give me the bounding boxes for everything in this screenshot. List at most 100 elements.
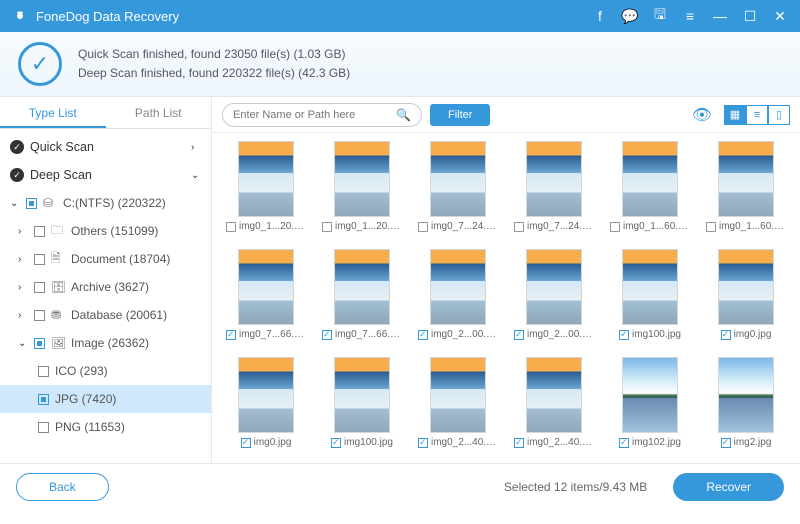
view-grid-button[interactable]: ▦ [724,105,746,125]
thumbnail-image[interactable] [526,141,582,217]
thumbnail-checkbox[interactable] [331,438,341,448]
thumbnail-image[interactable] [430,141,486,217]
thumbnail-checkbox[interactable] [514,222,524,232]
search-box[interactable]: 🔍 [222,103,422,127]
thumbnail-image[interactable] [334,249,390,325]
thumbnail-image[interactable] [430,249,486,325]
thumbnail-item[interactable]: img0_2...00.jpg [414,249,502,347]
checkbox[interactable] [34,310,45,321]
checkbox[interactable] [34,226,45,237]
checkbox[interactable] [34,254,45,265]
thumbnail-image[interactable] [622,357,678,433]
view-list-button[interactable]: ≡ [746,105,768,125]
thumbnail-item[interactable]: img0.jpg [702,249,790,347]
thumbnail-checkbox[interactable] [706,222,716,232]
thumbnail-item[interactable]: img0_1...20.jpg [222,141,310,239]
thumbnail-image[interactable] [622,141,678,217]
thumbnail-image[interactable] [718,141,774,217]
thumbnail-checkbox[interactable] [721,438,731,448]
chevron-right-icon: › [18,282,28,293]
tree-image[interactable]: ⌄ 🖼 Image (26362) [0,329,211,357]
thumbnail-item[interactable]: img2.jpg [702,357,790,455]
thumbnail-item[interactable]: img0_2...40.jpg [414,357,502,455]
thumbnail-checkbox[interactable] [226,330,236,340]
minimize-icon[interactable]: — [712,8,728,24]
thumbnail-item[interactable]: img0_7...66.jpg [318,249,406,347]
thumbnail-image[interactable] [334,141,390,217]
thumbnail-image[interactable] [718,249,774,325]
view-detail-button[interactable]: ▯ [768,105,790,125]
preview-icon[interactable]: 👁 [692,105,712,125]
feedback-icon[interactable]: 💬 [622,8,638,24]
checkbox-partial[interactable] [26,198,37,209]
checkbox[interactable] [34,282,45,293]
recover-button[interactable]: Recover [673,473,784,501]
thumbnail-checkbox[interactable] [241,438,251,448]
thumbnail-image[interactable] [526,357,582,433]
thumbnail-filename: img0_2...40.jpg [527,437,594,448]
drive-icon: ⛁ [43,196,57,210]
tab-path-list[interactable]: Path List [106,97,212,128]
thumbnail-checkbox[interactable] [322,330,332,340]
thumbnail-item[interactable]: img0_1...60.jpg [702,141,790,239]
thumbnail-item[interactable]: img0_2...40.jpg [510,357,598,455]
thumbnail-item[interactable]: img0_1...60.jpg [606,141,694,239]
thumbnail-item[interactable]: img100.jpg [606,249,694,347]
tree-ico[interactable]: ICO (293) [0,357,211,385]
thumbnail-checkbox[interactable] [322,222,332,232]
close-icon[interactable]: ✕ [772,8,788,24]
thumbnail-checkbox[interactable] [721,330,731,340]
thumbnail-item[interactable]: img0_7...24.jpg [414,141,502,239]
chevron-down-icon: ⌄ [18,338,28,349]
tree-database[interactable]: › ⛃ Database (20061) [0,301,211,329]
thumbnail-item[interactable]: img0.jpg [222,357,310,455]
checkbox-partial[interactable] [38,394,49,405]
thumbnail-checkbox[interactable] [418,330,428,340]
thumbnail-item[interactable]: img0_2...00.jpg [510,249,598,347]
back-button[interactable]: Back [16,473,109,501]
facebook-icon[interactable]: f [592,8,608,24]
tree-drive[interactable]: ⌄ ⛁ C:(NTFS) (220322) [0,189,211,217]
tab-type-list[interactable]: Type List [0,97,106,128]
checkbox[interactable] [38,366,49,377]
thumbnail-item[interactable]: img102.jpg [606,357,694,455]
thumbnail-item[interactable]: img100.jpg [318,357,406,455]
search-input[interactable] [233,109,396,121]
tree-jpg[interactable]: JPG (7420) [0,385,211,413]
thumbnail-item[interactable]: img0_7...66.jpg [222,249,310,347]
thumbnail-image[interactable] [718,357,774,433]
thumbnail-checkbox[interactable] [610,222,620,232]
titlebar: FoneDog Data Recovery f 💬 🖫 ≡ — ☐ ✕ [0,0,800,32]
thumbnail-image[interactable] [622,249,678,325]
search-icon[interactable]: 🔍 [396,108,411,122]
thumbnail-checkbox[interactable] [619,438,629,448]
tree-png[interactable]: PNG (11653) [0,413,211,441]
checkbox[interactable] [38,422,49,433]
thumbnail-item[interactable]: img0_7...24.jpg [510,141,598,239]
tree-deep-scan[interactable]: ✓ Deep Scan ⌄ [0,161,211,189]
thumbnail-checkbox[interactable] [418,438,428,448]
tree-label: Deep Scan [30,168,185,182]
tree-document[interactable]: › 🗎 Document (18704) [0,245,211,273]
checkbox-partial[interactable] [34,338,45,349]
thumbnail-checkbox[interactable] [514,330,524,340]
thumbnail-image[interactable] [238,249,294,325]
tree-quick-scan[interactable]: ✓ Quick Scan › [0,133,211,161]
thumbnail-image[interactable] [334,357,390,433]
thumbnail-checkbox[interactable] [418,222,428,232]
thumbnail-checkbox[interactable] [226,222,236,232]
thumbnail-image[interactable] [238,357,294,433]
thumbnail-grid: img0_1...20.jpgimg0_1...20.jpgimg0_7...2… [212,133,800,463]
filter-button[interactable]: Filter [430,104,490,126]
thumbnail-image[interactable] [238,141,294,217]
tree-others[interactable]: › 🗀 Others (151099) [0,217,211,245]
thumbnail-checkbox[interactable] [514,438,524,448]
tree-archive[interactable]: › 🗄 Archive (3627) [0,273,211,301]
thumbnail-image[interactable] [526,249,582,325]
save-icon[interactable]: 🖫 [652,8,668,24]
thumbnail-checkbox[interactable] [619,330,629,340]
thumbnail-image[interactable] [430,357,486,433]
thumbnail-item[interactable]: img0_1...20.jpg [318,141,406,239]
maximize-icon[interactable]: ☐ [742,8,758,24]
menu-icon[interactable]: ≡ [682,8,698,24]
